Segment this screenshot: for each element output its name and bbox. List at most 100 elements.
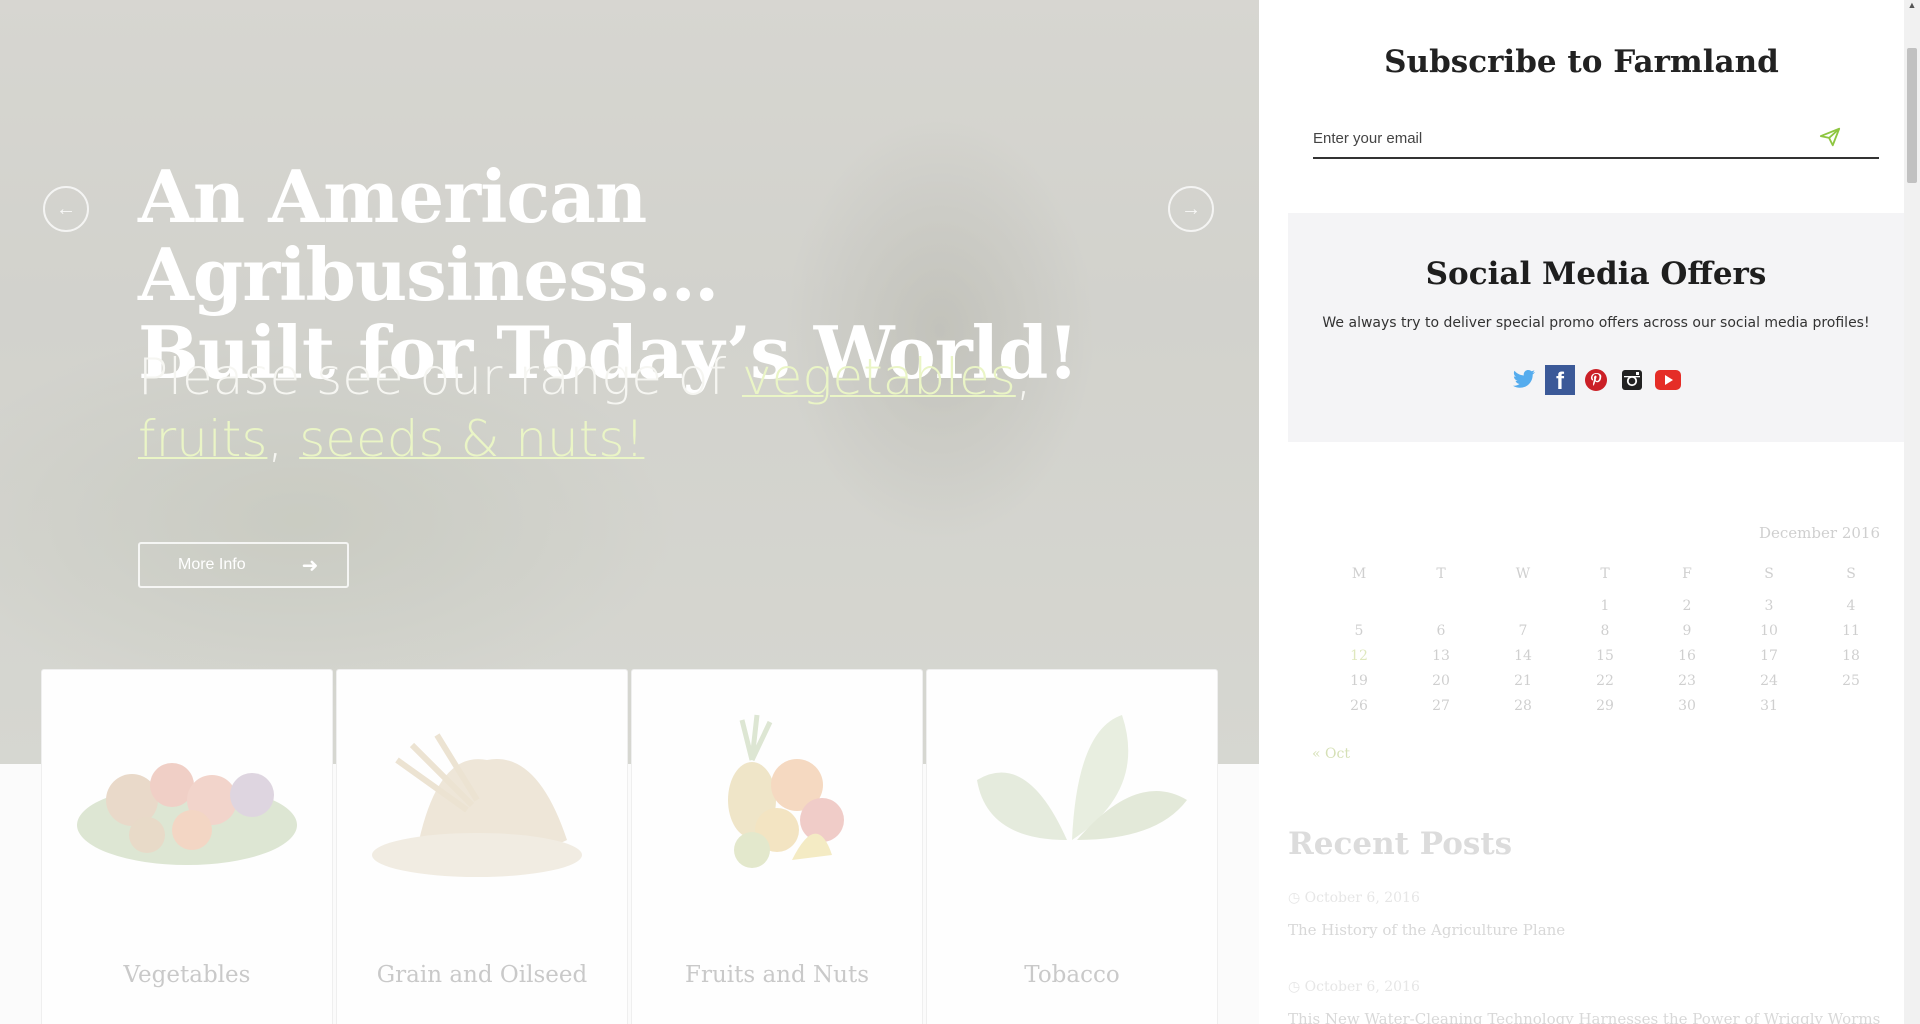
calendar-day: 17 <box>1760 648 1778 664</box>
twitter-icon[interactable] <box>1509 365 1539 395</box>
hero-subtitle-prefix: Please see our range of <box>138 348 742 406</box>
pinterest-icon[interactable] <box>1581 365 1611 395</box>
category-card-tobacco[interactable]: Tobacco <box>926 669 1218 1024</box>
hero-subtitle-comma: , <box>1015 348 1032 406</box>
category-card-fruits[interactable]: Fruits and Nuts <box>631 669 923 1024</box>
calendar-day: 20 <box>1432 673 1450 689</box>
category-card-grain[interactable]: Grain and Oilseed <box>336 669 628 1024</box>
weekday: S <box>1764 566 1774 582</box>
category-label: Tobacco <box>1024 962 1120 988</box>
weekday: F <box>1682 566 1692 582</box>
slider-next-button[interactable]: → <box>1168 186 1214 232</box>
slider-prev-button[interactable]: ← <box>43 186 89 232</box>
clock-icon: ◷ <box>1288 890 1305 906</box>
calendar-day: 24 <box>1760 673 1778 689</box>
category-label: Vegetables <box>123 962 251 988</box>
calendar-day: 16 <box>1678 648 1696 664</box>
calendar-day: 9 <box>1682 623 1692 639</box>
weekday: T <box>1436 566 1446 582</box>
calendar-day: 27 <box>1432 698 1450 714</box>
weekday: W <box>1515 566 1531 582</box>
arrow-right-icon: → <box>1181 197 1201 220</box>
calendar-day: 15 <box>1596 648 1614 664</box>
weekday: M <box>1351 566 1367 582</box>
calendar-day: 10 <box>1760 623 1778 639</box>
more-info-label: More Info <box>178 556 246 573</box>
category-card-vegetables[interactable]: Vegetables <box>41 669 333 1024</box>
vegetables-image <box>77 763 297 865</box>
grain-image <box>372 733 582 877</box>
calendar-day: 2 <box>1682 598 1692 614</box>
link-seeds-nuts[interactable]: seeds & nuts! <box>299 410 644 468</box>
calendar-caption: December 2016 <box>1759 524 1880 542</box>
scroll-up-icon[interactable]: ▲ <box>1904 0 1920 14</box>
calendar-day: 7 <box>1518 623 1528 639</box>
more-info-button[interactable]: More Info ➜ <box>138 542 349 588</box>
scroll-thumb[interactable] <box>1907 48 1917 183</box>
calendar-week: 1 2 3 4 <box>1318 598 1892 614</box>
category-label: Grain and Oilseed <box>376 962 588 988</box>
link-vegetables[interactable]: vegetables <box>742 348 1016 406</box>
calendar-week: 5 6 7 8 9 10 11 <box>1318 623 1892 639</box>
hero-subtitle-comma: , <box>267 410 300 468</box>
fruits-image <box>728 714 844 868</box>
calendar-widget: December 2016 M T W T F S S 1 2 3 4 5 6 7 8 9 10 1… <box>1288 508 1904 783</box>
calendar-day: 3 <box>1764 598 1774 614</box>
calendar-day: 13 <box>1432 648 1450 664</box>
calendar-prev-link[interactable]: « Oct <box>1312 746 1350 762</box>
calendar-day: 31 <box>1760 698 1778 714</box>
calendar-day: 21 <box>1514 673 1532 689</box>
calendar-day: 29 <box>1596 698 1614 714</box>
weekday: S <box>1846 566 1856 582</box>
calendar-day: 30 <box>1678 698 1696 714</box>
calendar-day: 14 <box>1514 648 1532 664</box>
calendar-day: 22 <box>1596 673 1614 689</box>
calendar-day: 1 <box>1600 598 1610 614</box>
subscribe-form <box>1313 122 1879 159</box>
instagram-icon[interactable] <box>1617 365 1647 395</box>
subscribe-title: Subscribe to Farmland <box>1384 44 1779 80</box>
calendar-weekdays: M T W T F S S <box>1318 566 1892 582</box>
calendar-day: 18 <box>1842 648 1860 664</box>
calendar-day: 28 <box>1514 698 1532 714</box>
clock-icon: ◷ <box>1288 979 1305 995</box>
post-title-link[interactable]: This New Water-Cleaning Technology Harne… <box>1288 1010 1888 1024</box>
social-description: We always try to deliver special promo o… <box>1322 315 1870 331</box>
post-date-text: October 6, 2016 <box>1304 979 1420 995</box>
calendar-day: 8 <box>1600 623 1610 639</box>
calendar-day: 11 <box>1842 623 1860 639</box>
calendar-week: 19 20 21 22 23 24 25 <box>1318 673 1892 689</box>
post-date: ◷ October 6, 2016 <box>1288 979 1420 995</box>
calendar-day <box>1318 598 1400 614</box>
social-media-widget: Social Media Offers We always try to del… <box>1288 213 1904 442</box>
post-title-link[interactable]: The History of the Agriculture Plane <box>1288 921 1888 939</box>
calendar-day <box>1810 698 1892 714</box>
calendar-day: 6 <box>1436 623 1446 639</box>
calendar-day <box>1400 598 1482 614</box>
calendar-day: 25 <box>1842 673 1860 689</box>
weekday: T <box>1600 566 1610 582</box>
post-date: ◷ October 6, 2016 <box>1288 890 1420 906</box>
calendar-day: 5 <box>1354 623 1364 639</box>
arrow-left-icon: ← <box>56 197 76 220</box>
post-date-text: October 6, 2016 <box>1304 890 1420 906</box>
send-icon[interactable] <box>1819 126 1841 148</box>
calendar-week: 26 27 28 29 30 31 <box>1318 698 1892 714</box>
hero-title-line1: An American Agribusiness… <box>138 154 719 317</box>
hero-subtitle: Please see our range of vegetables, frui… <box>138 346 1038 470</box>
email-input[interactable] <box>1313 122 1813 154</box>
calendar-day: 19 <box>1350 673 1368 689</box>
youtube-icon[interactable] <box>1653 365 1683 395</box>
link-fruits[interactable]: fruits <box>138 410 267 468</box>
arrow-right-icon: ➜ <box>301 554 319 577</box>
tobacco-image <box>977 715 1187 840</box>
calendar-day: 26 <box>1350 698 1368 714</box>
facebook-icon[interactable]: f <box>1545 365 1575 395</box>
calendar-day <box>1482 598 1564 614</box>
calendar-day: 23 <box>1678 673 1696 689</box>
calendar-day: 12 <box>1350 648 1368 664</box>
social-icons: f <box>1288 365 1904 395</box>
sidebar: Subscribe to Farmland Social Media Offer… <box>1259 0 1904 1024</box>
page-scrollbar[interactable]: ▲ <box>1904 0 1920 1024</box>
social-title: Social Media Offers <box>1425 256 1767 292</box>
